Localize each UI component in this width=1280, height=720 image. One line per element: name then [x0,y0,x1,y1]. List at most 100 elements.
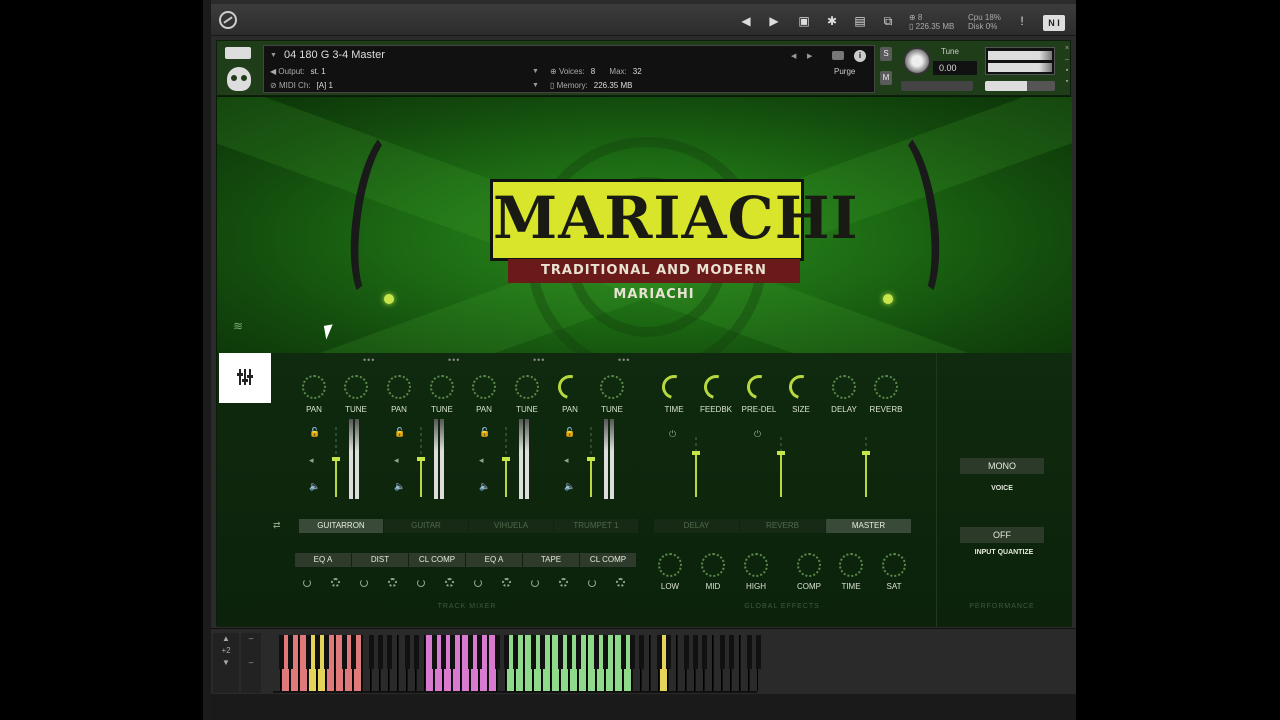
pan-knob[interactable] [553,370,587,404]
speaker-icon[interactable]: 🔈 [394,481,405,492]
info-icon[interactable]: i [854,50,866,62]
voice-mode-button[interactable]: MONO [960,458,1044,474]
power-icon[interactable] [360,579,368,587]
power-icon[interactable] [474,579,482,587]
piano-keyboard[interactable] [273,635,761,693]
track-tab-vihuela[interactable]: VIHUELA [469,519,553,533]
track-tab-guitar[interactable]: GUITAR [384,519,468,533]
black-key[interactable] [378,635,383,669]
size-knob[interactable] [784,370,818,404]
sat-master-knob[interactable] [882,553,906,577]
fx-button-cl-comp[interactable]: CL COMP [409,553,465,567]
layout-icon[interactable]: ▤ [847,10,873,32]
power-icon[interactable] [417,579,425,587]
black-key[interactable] [495,635,500,669]
low-master-knob[interactable] [658,553,682,577]
effect-fader-handle[interactable] [692,451,700,455]
lock-icon[interactable]: 🔓 [479,427,490,438]
mute-icon[interactable]: ◂ [309,455,314,466]
power-icon[interactable] [531,579,539,587]
volume-fader-handle[interactable] [417,457,425,461]
tune-knob[interactable] [903,47,931,75]
tune-value[interactable]: 0.00 [933,61,977,75]
tune-knob[interactable] [515,375,539,399]
time-knob[interactable] [657,370,691,404]
mixer-tab[interactable] [219,353,271,403]
track-tab-trumpet-1[interactable]: TRUMPET 1 [554,519,638,533]
pitch-mod-wheels[interactable]: – – [241,633,261,693]
octave-up-icon[interactable]: ▲ [213,633,239,645]
black-key[interactable] [504,635,509,669]
tune-knob[interactable] [430,375,454,399]
purge-menu[interactable]: Purge [834,67,855,76]
black-key[interactable] [441,635,446,669]
track-menu-dots[interactable]: ••• [618,355,630,365]
reverb-knob[interactable] [874,375,898,399]
aux-icon[interactable]: ▪ [1063,65,1071,76]
comp-master-knob[interactable] [797,553,821,577]
pan-knob[interactable] [472,375,496,399]
volume-fader-handle[interactable] [332,457,340,461]
black-key[interactable] [666,635,671,669]
midi-dropdown-icon[interactable]: ▼ [532,82,539,89]
mute-icon[interactable]: ◂ [479,455,484,466]
black-key[interactable] [567,635,572,669]
solo-button[interactable]: S [880,47,892,61]
settings-icon[interactable] [388,578,397,587]
input-quantize-button[interactable]: OFF [960,527,1044,543]
track-menu-dots[interactable]: ••• [363,355,375,365]
black-key[interactable] [468,635,473,669]
output-dropdown-icon[interactable]: ▼ [532,68,539,75]
speaker-icon[interactable]: 🔈 [309,481,320,492]
collapse-icon[interactable]: ▼ [270,52,277,59]
power-icon[interactable]: ⏻ [754,429,761,440]
black-key[interactable] [432,635,437,669]
right-arc-dot[interactable] [883,294,893,304]
pan-knob[interactable] [387,375,411,399]
black-key[interactable] [450,635,455,669]
save-icon[interactable]: ▣ [791,10,817,32]
camera-icon[interactable] [832,51,844,60]
lock-icon[interactable]: 🔓 [564,427,575,438]
power-icon[interactable] [303,579,311,587]
speaker-icon[interactable]: 🔈 [564,481,575,492]
fx-button-eq-a[interactable]: EQ A [466,553,522,567]
power-icon[interactable] [588,579,596,587]
kontakt-logo-icon[interactable] [219,11,237,29]
minimize-icon[interactable]: – [1063,54,1071,65]
delay-knob[interactable] [832,375,856,399]
black-key[interactable] [630,635,635,669]
pan-knob[interactable] [302,375,326,399]
settings-icon[interactable] [616,578,625,587]
track-menu-dots[interactable]: ••• [448,355,460,365]
feedbk-knob[interactable] [699,370,733,404]
instrument-name[interactable]: 04 180 G 3-4 Master [284,49,385,61]
midi-row[interactable]: ⊘ MIDI Ch: [A] 1 [270,81,333,90]
black-key[interactable] [405,635,410,669]
waveform-icon[interactable]: ≋ [233,319,253,333]
track-tab-guitarron[interactable]: GUITARRON [299,519,383,533]
black-key[interactable] [279,635,284,669]
gear-icon[interactable]: ✱ [819,10,845,32]
fx-button-eq-a[interactable]: EQ A [295,553,351,567]
pan-slider[interactable] [901,81,973,91]
pv-icon[interactable]: ▪ [1063,76,1071,87]
black-key[interactable] [729,635,734,669]
black-key[interactable] [315,635,320,669]
black-key[interactable] [702,635,707,669]
black-key[interactable] [639,635,644,669]
black-key[interactable] [747,635,752,669]
black-key[interactable] [756,635,761,669]
settings-icon[interactable] [331,578,340,587]
mute-icon[interactable]: ◂ [394,455,399,466]
close-icon[interactable]: × [1063,43,1071,54]
speaker-icon[interactable]: 🔈 [479,481,490,492]
black-key[interactable] [351,635,356,669]
volume-slider[interactable] [985,81,1055,91]
black-key[interactable] [324,635,329,669]
next-instrument-icon[interactable]: ▶ [807,52,812,60]
octave-down-icon[interactable]: ▼ [213,657,239,669]
black-key[interactable] [369,635,374,669]
settings-icon[interactable] [502,578,511,587]
settings-icon[interactable] [559,578,568,587]
